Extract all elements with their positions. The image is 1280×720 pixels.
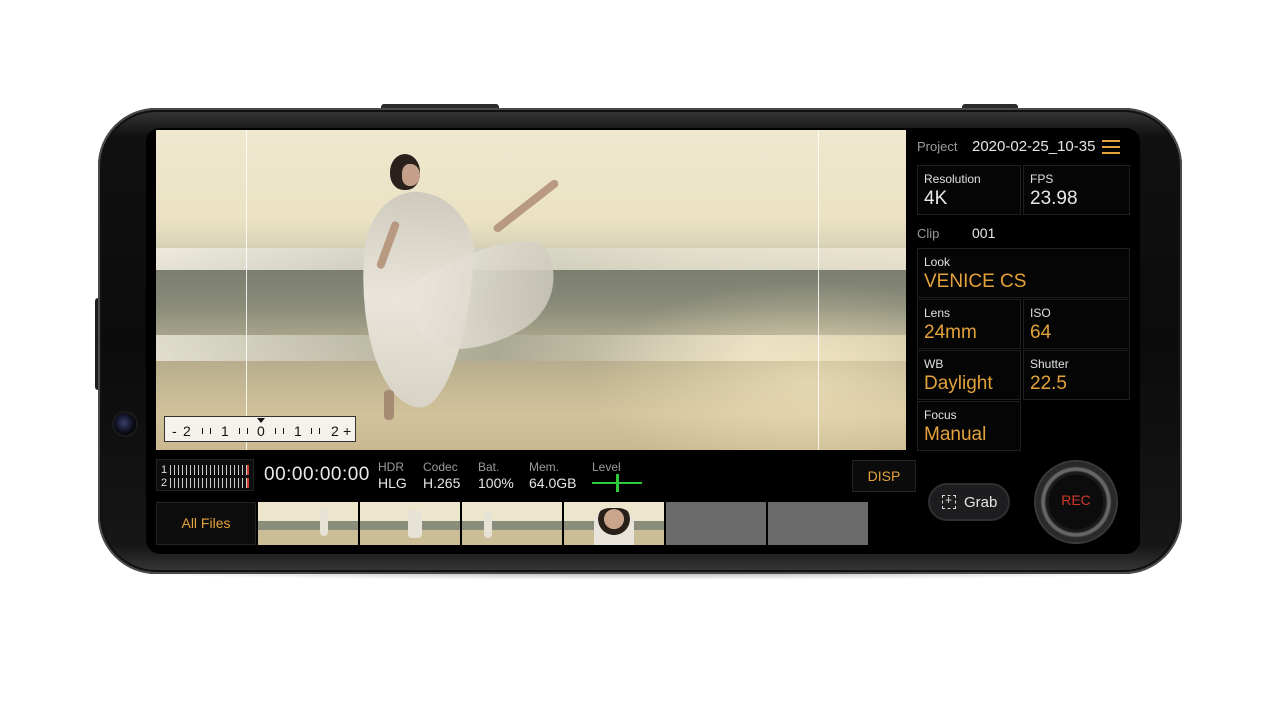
level-tick bbox=[239, 428, 240, 434]
clip-value: 001 bbox=[972, 225, 996, 241]
record-button[interactable]: REC bbox=[1036, 462, 1116, 542]
hdr-status: HDR HLG bbox=[378, 460, 407, 492]
audio-channel-1-peak bbox=[247, 465, 249, 475]
level-tick bbox=[283, 428, 284, 434]
clip-thumbnail-empty bbox=[768, 502, 868, 545]
lens-setting[interactable]: Lens 24mm bbox=[917, 299, 1021, 349]
level-tick-label: 1 bbox=[221, 423, 229, 439]
viewfinder-image-subject-face bbox=[402, 164, 420, 186]
clip-label: Clip bbox=[917, 226, 940, 241]
level-meter: - 2 1 0 1 2 + bbox=[164, 416, 356, 442]
level-minus: - bbox=[172, 423, 177, 439]
viewfinder-image-subject-legs bbox=[384, 390, 394, 420]
resolution-value: 4K bbox=[924, 188, 948, 209]
lens-label: Lens bbox=[924, 306, 951, 320]
clip-thumbnail-empty bbox=[666, 502, 766, 545]
level-tick bbox=[247, 428, 248, 434]
grab-label: Grab bbox=[964, 494, 998, 511]
frame-guide-right bbox=[818, 130, 819, 450]
level-label: Level bbox=[592, 460, 621, 474]
hdr-label: HDR bbox=[378, 460, 404, 474]
viewfinder-image-glow bbox=[586, 280, 906, 450]
focus-value: Manual bbox=[924, 424, 987, 445]
front-camera-icon bbox=[114, 413, 136, 435]
level-tick-label: 0 bbox=[257, 423, 265, 439]
level-tick bbox=[202, 428, 203, 434]
resolution-setting[interactable]: Resolution 4K bbox=[917, 165, 1021, 215]
shutter-setting[interactable]: Shutter 22.5 bbox=[1023, 350, 1130, 400]
iso-value: 64 bbox=[1030, 322, 1052, 343]
focus-setting[interactable]: Focus Manual bbox=[917, 401, 1021, 451]
audio-channel-2-peak bbox=[247, 478, 249, 488]
frame-guide-left bbox=[246, 130, 247, 450]
lens-value: 24mm bbox=[924, 322, 977, 343]
shutter-label: Shutter bbox=[1030, 357, 1069, 371]
audio-channel-1-label: 1 bbox=[161, 464, 168, 476]
level-tick-label: 1 bbox=[294, 423, 302, 439]
wb-label: WB bbox=[924, 357, 944, 371]
level-tick-label: 2 bbox=[331, 423, 339, 439]
all-files-button[interactable]: All Files bbox=[156, 502, 256, 545]
fps-setting[interactable]: FPS 23.98 bbox=[1023, 165, 1130, 215]
status-bar: 1 2 00:00:00:00 HDR HLG Codec H.265 Bat.… bbox=[156, 458, 916, 494]
clip-thumbnail[interactable] bbox=[462, 502, 562, 545]
resolution-label: Resolution bbox=[924, 172, 981, 186]
iso-label: ISO bbox=[1030, 306, 1051, 320]
fps-label: FPS bbox=[1030, 172, 1054, 186]
wb-value: Daylight bbox=[924, 373, 993, 394]
memory-value: 64.0GB bbox=[529, 475, 577, 491]
level-tick-label: 2 bbox=[183, 423, 191, 439]
memory-status: Mem. 64.0GB bbox=[529, 460, 576, 492]
clip-thumbnail[interactable] bbox=[360, 502, 460, 545]
level-tick bbox=[311, 428, 312, 434]
audio-meter: 1 2 bbox=[156, 459, 254, 491]
timecode: 00:00:00:00 bbox=[264, 464, 370, 485]
codec-value: H.265 bbox=[423, 475, 461, 491]
viewfinder[interactable]: - 2 1 0 1 2 + bbox=[156, 130, 906, 450]
look-label: Look bbox=[924, 255, 951, 269]
codec-status: Codec H.265 bbox=[423, 460, 460, 492]
codec-label: Codec bbox=[423, 460, 458, 474]
clip-thumbnail[interactable] bbox=[564, 502, 664, 545]
level-plus: + bbox=[343, 423, 352, 439]
battery-status: Bat. 100% bbox=[478, 460, 514, 492]
look-setting[interactable]: Look VENICE CS bbox=[917, 248, 1130, 298]
memory-label: Mem. bbox=[529, 460, 559, 474]
project-value: 2020-02-25_10-35 bbox=[972, 138, 1096, 155]
viewfinder-image-subject-leg bbox=[492, 178, 560, 234]
wb-setting[interactable]: WB Daylight bbox=[917, 350, 1021, 400]
look-value: VENICE CS bbox=[924, 271, 1027, 292]
fps-value: 23.98 bbox=[1030, 188, 1078, 209]
level-tick bbox=[275, 428, 276, 434]
clip-thumbnail[interactable] bbox=[258, 502, 358, 545]
level-indicator-tick bbox=[616, 474, 619, 492]
settings-panel: Project 2020-02-25_10-35 Resolution 4K F… bbox=[916, 128, 1140, 554]
app-screen: - 2 1 0 1 2 + 1 2 00:00:00:00 HDR HLG Co… bbox=[146, 128, 1140, 554]
menu-icon[interactable] bbox=[1102, 140, 1120, 154]
record-label: REC bbox=[1061, 492, 1091, 508]
battery-label: Bat. bbox=[478, 460, 500, 474]
focus-label: Focus bbox=[924, 408, 957, 422]
iso-setting[interactable]: ISO 64 bbox=[1023, 299, 1130, 349]
project-label: Project bbox=[917, 139, 958, 154]
disp-button[interactable]: DISP bbox=[852, 460, 916, 492]
level-tick bbox=[210, 428, 211, 434]
audio-channel-2-label: 2 bbox=[161, 477, 168, 489]
hdr-value: HLG bbox=[378, 475, 407, 491]
grab-button[interactable]: Grab bbox=[928, 483, 1010, 521]
audio-channel-2-bars bbox=[170, 478, 248, 488]
level-status: Level bbox=[592, 460, 644, 494]
grab-icon bbox=[942, 493, 956, 509]
audio-channel-1-bars bbox=[170, 465, 248, 475]
battery-value: 100% bbox=[478, 475, 514, 491]
shutter-value: 22.5 bbox=[1030, 373, 1067, 394]
level-tick bbox=[319, 428, 320, 434]
